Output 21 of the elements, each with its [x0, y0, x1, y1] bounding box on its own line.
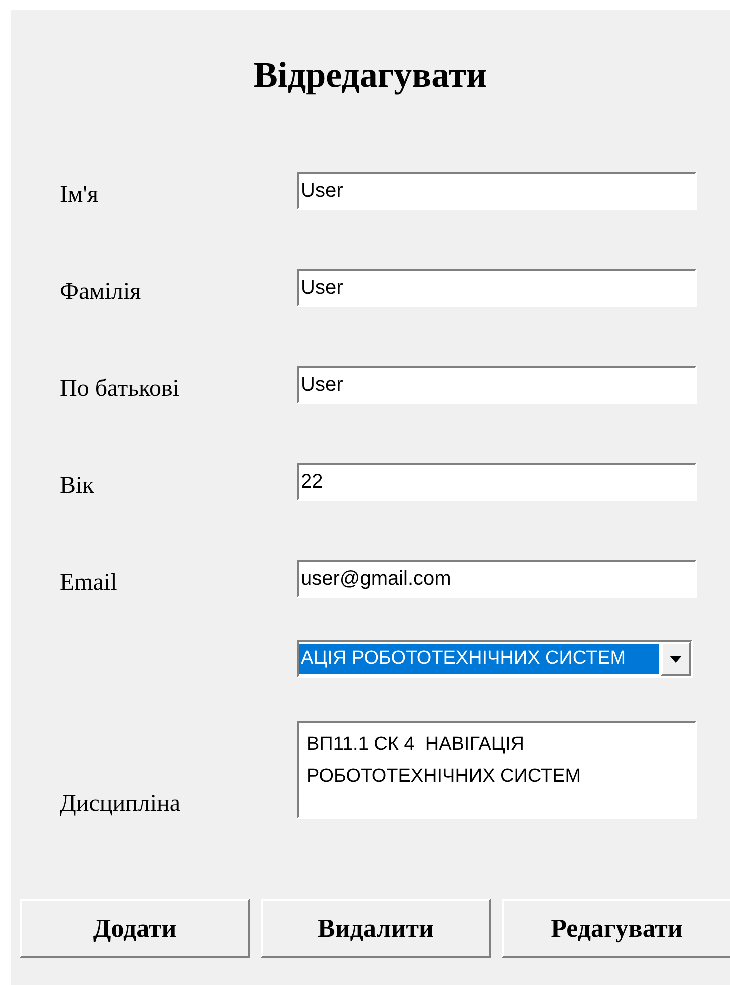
- field-label: Дисципліна: [60, 790, 181, 819]
- dropdown-value: АЦІЯ РОБОТОТЕХНІЧНИХ СИСТЕМ: [299, 644, 659, 674]
- text-field[interactable]: user@gmail.com: [297, 560, 697, 598]
- field-label: Email: [60, 569, 118, 598]
- field-label: Вік: [60, 472, 94, 501]
- action-button[interactable]: Редагувати: [502, 899, 730, 958]
- text-area[interactable]: ВП11.1 СК 4 НАВІГАЦІЯ РОБОТОТЕХНІЧНИХ СИСТЕМ: [297, 721, 697, 819]
- action-button[interactable]: Видалити: [261, 899, 491, 958]
- text-area-value: ВП11.1 СК 4 НАВІГАЦІЯ РОБОТОТЕХНІЧНИХ СИСТЕМ: [307, 734, 582, 787]
- field-label: Ім'я: [60, 181, 99, 210]
- text-field[interactable]: 22: [297, 463, 697, 501]
- field-label: По батькові: [60, 375, 180, 404]
- action-button[interactable]: Додати: [20, 899, 250, 958]
- text-field[interactable]: User: [297, 269, 697, 307]
- dropdown-button[interactable]: [661, 642, 691, 676]
- text-field[interactable]: User: [297, 172, 697, 210]
- form-title: Відредагувати: [254, 55, 488, 95]
- text-field[interactable]: User: [297, 366, 697, 404]
- field-label: Фамілія: [60, 278, 142, 307]
- caret-icon: [670, 656, 682, 662]
- dropdown[interactable]: АЦІЯ РОБОТОТЕХНІЧНИХ СИСТЕМ: [297, 640, 693, 678]
